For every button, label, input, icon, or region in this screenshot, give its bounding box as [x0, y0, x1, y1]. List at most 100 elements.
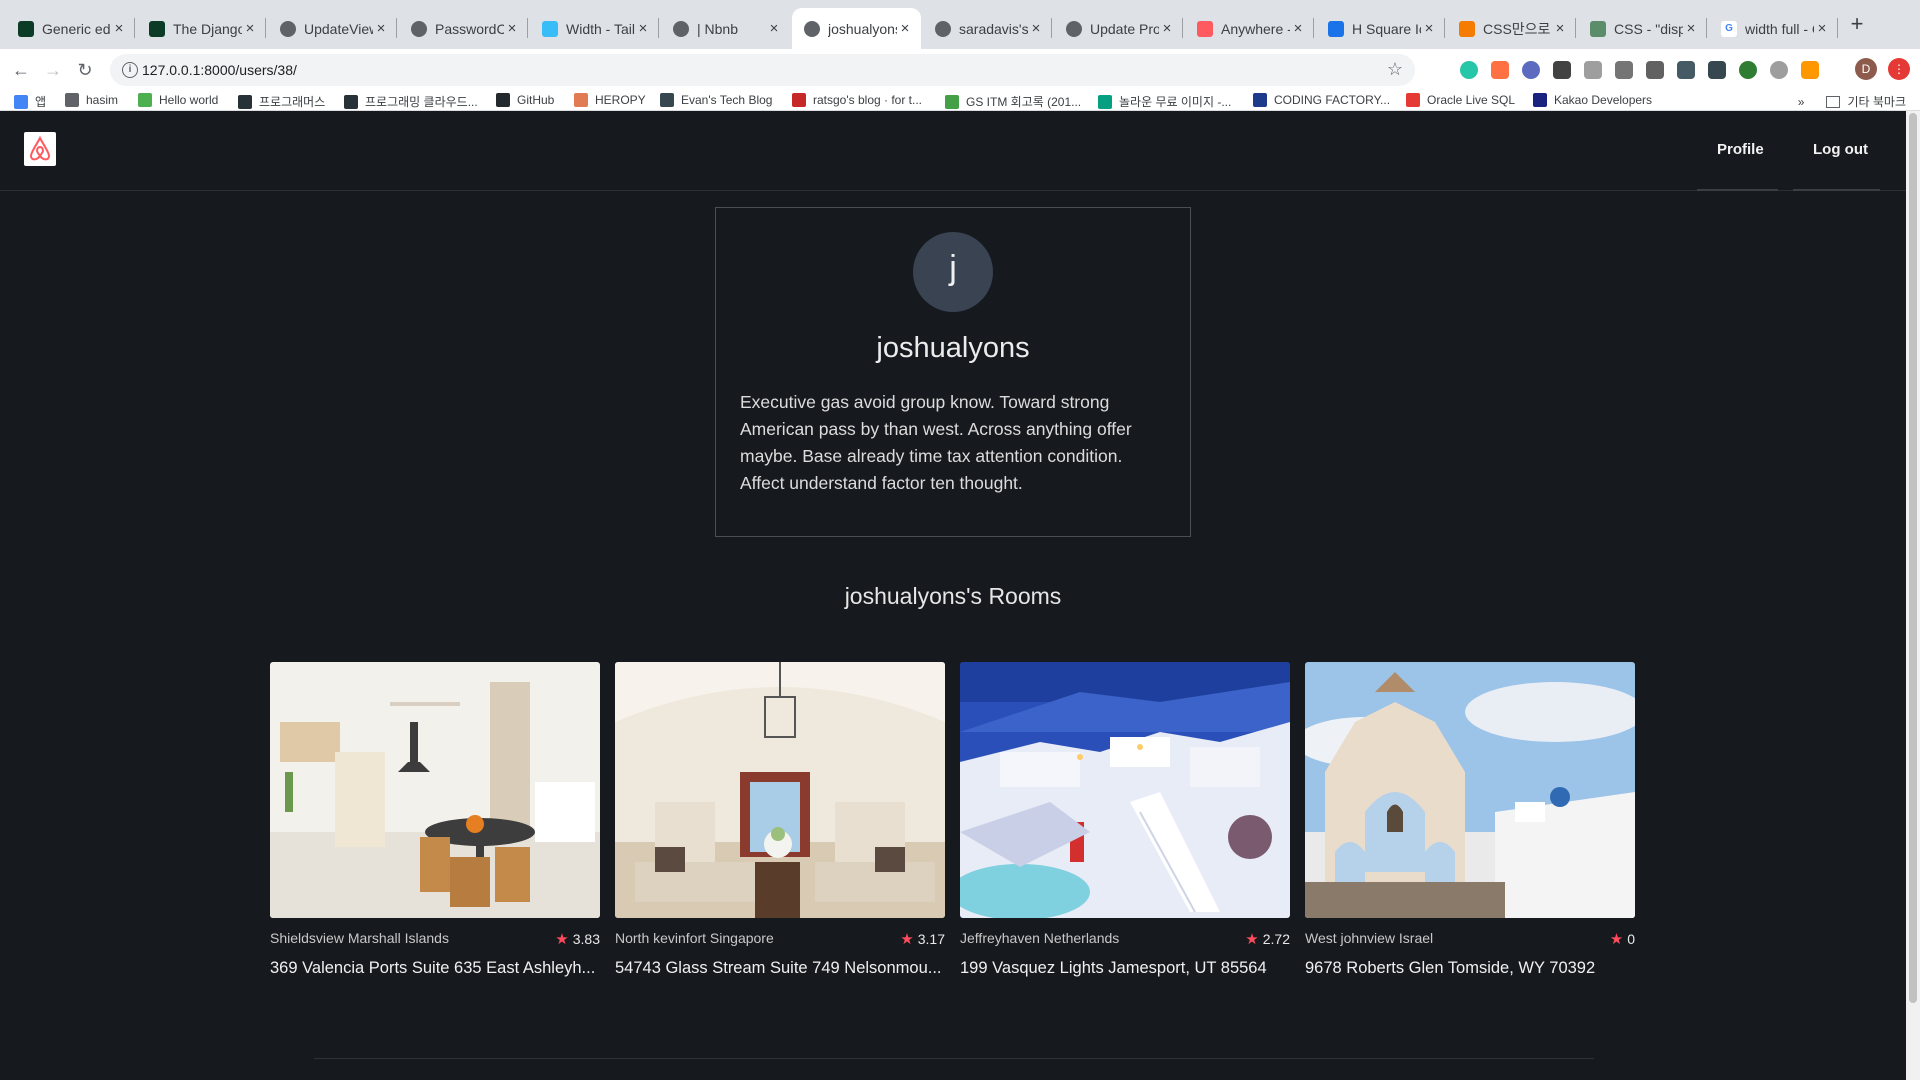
close-tab-icon[interactable]: × [1552, 20, 1568, 37]
airbnb-logo-icon[interactable] [24, 132, 56, 166]
browser-tab[interactable]: CSS만으로 7× [1447, 8, 1576, 49]
bookmark-item[interactable]: GS ITM 회고록 (201... [945, 93, 1081, 110]
browser-tab[interactable]: joshualyons × [792, 8, 921, 49]
back-icon[interactable]: ← [8, 57, 34, 83]
bookmark-item[interactable]: Evan's Tech Blog [660, 93, 772, 107]
extension-icon-10[interactable] [1770, 61, 1788, 79]
extension-icon-8[interactable] [1677, 61, 1695, 79]
extension-icon-2[interactable] [1491, 61, 1509, 79]
close-tab-icon[interactable]: × [897, 20, 913, 37]
bookmark-label[interactable]: HEROPY [595, 93, 646, 107]
room-address[interactable]: 199 Vasquez Lights Jamesport, UT 85564 [960, 959, 1290, 978]
extension-icon-11[interactable] [1801, 61, 1819, 79]
browser-tab[interactable]: | Nbnb × [661, 8, 790, 49]
extension-icon-4[interactable] [1553, 61, 1571, 79]
bookmark-label[interactable]: 놀라운 무료 이미지 -... [1119, 93, 1231, 110]
browser-tab-title[interactable]: The Django [173, 21, 242, 37]
close-tab-icon[interactable]: × [242, 20, 258, 37]
close-tab-icon[interactable]: × [635, 20, 651, 37]
bookmark-item[interactable]: HEROPY [574, 93, 646, 107]
forward-icon[interactable]: → [40, 57, 66, 83]
browser-tab[interactable]: Anywhere - × [1185, 8, 1314, 49]
browser-tab-title[interactable]: UpdateView [304, 21, 373, 37]
bookmark-label[interactable]: Oracle Live SQL [1427, 93, 1515, 107]
close-tab-icon[interactable]: × [504, 20, 520, 37]
browser-tab-title[interactable]: H Square Ico [1352, 21, 1421, 37]
browser-tab[interactable]: CSS - "displ × [1578, 8, 1707, 49]
browser-tab-title[interactable]: Update Prof [1090, 21, 1159, 37]
close-tab-icon[interactable]: × [1159, 20, 1175, 37]
page-scrollbar[interactable] [1906, 111, 1920, 1080]
bookmark-label[interactable]: Hello world [159, 93, 218, 107]
bookmark-item[interactable]: 앱 [14, 93, 46, 110]
bookmark-label[interactable]: 앱 [35, 93, 46, 110]
extension-icon-3[interactable] [1522, 61, 1540, 79]
room-photo[interactable] [960, 662, 1290, 918]
bookmark-item[interactable]: 프로그래머스 [238, 93, 325, 110]
extension-icon-6[interactable] [1615, 61, 1633, 79]
evernote-icon[interactable] [1739, 61, 1757, 79]
bookmark-star-icon[interactable]: ☆ [1387, 59, 1403, 80]
bookmark-label[interactable]: GitHub [517, 93, 554, 107]
extension-icon-1[interactable] [1460, 61, 1478, 79]
profile-avatar[interactable]: D [1855, 58, 1877, 80]
room-photo[interactable] [615, 662, 945, 918]
other-bookmarks[interactable]: » 기타 북마크 [1798, 93, 1906, 110]
browser-tab-title[interactable]: CSS만으로 7 [1483, 19, 1552, 39]
other-bookmarks-label[interactable]: 기타 북마크 [1847, 93, 1906, 110]
profile-link[interactable]: Profile [1717, 141, 1764, 158]
bookmark-item[interactable]: 프로그래밍 클라우드... [344, 93, 478, 110]
reload-icon[interactable]: ↻ [72, 57, 98, 83]
extension-icon-7[interactable] [1646, 61, 1664, 79]
more-bookmarks-icon[interactable]: » [1798, 95, 1805, 109]
browser-tab[interactable]: Width - Tailw× [530, 8, 659, 49]
room-card[interactable]: Shieldsview Marshall Islands ★ 3.83 369 V… [270, 662, 600, 978]
logout-link[interactable]: Log out [1813, 141, 1868, 158]
browser-tab-title[interactable]: | Nbnb [697, 21, 766, 37]
browser-tab[interactable]: Generic edit × [6, 8, 135, 49]
browser-tab[interactable]: saradavis's × [923, 8, 1052, 49]
room-card[interactable]: West johnview Israel ★ 0 9678 Roberts Gle… [1305, 662, 1635, 978]
browser-tab-title[interactable]: Anywhere - [1221, 21, 1290, 37]
bookmark-item[interactable]: hasim [65, 93, 118, 107]
site-info-icon[interactable]: i [122, 62, 138, 78]
room-photo[interactable] [1305, 662, 1635, 918]
room-card[interactable]: North kevinfort Singapore ★ 3.17 54743 Gl… [615, 662, 945, 978]
close-tab-icon[interactable]: × [1028, 20, 1044, 37]
bookmark-item[interactable]: CODING FACTORY... [1253, 93, 1390, 107]
close-tab-icon[interactable]: × [373, 20, 389, 37]
room-address[interactable]: 54743 Glass Stream Suite 749 Nelsonmou..… [615, 959, 945, 978]
browser-tab-title[interactable]: width full - G [1745, 21, 1814, 37]
bookmark-item[interactable]: GitHub [496, 93, 554, 107]
browser-tab-title[interactable]: PasswordCh [435, 21, 504, 37]
bookmark-label[interactable]: ratsgo's blog · for t... [813, 93, 922, 107]
browser-tab-title[interactable]: CSS - "displ [1614, 21, 1683, 37]
browser-tab-title[interactable]: Generic edit [42, 21, 111, 37]
address-bar[interactable]: i 127.0.0.1:8000/users/38/ ☆ [110, 54, 1415, 86]
url-text[interactable]: 127.0.0.1:8000/users/38/ [142, 62, 297, 78]
browser-tab[interactable]: The Django × [137, 8, 266, 49]
bookmark-label[interactable]: hasim [86, 93, 118, 107]
close-tab-icon[interactable]: × [1290, 20, 1306, 37]
bookmark-label[interactable]: 프로그래밍 클라우드... [365, 93, 478, 110]
bookmark-item[interactable]: Oracle Live SQL [1406, 93, 1515, 107]
bookmark-item[interactable]: ratsgo's blog · for t... [792, 93, 922, 107]
browser-tab[interactable]: UpdateView × [268, 8, 397, 49]
room-address[interactable]: 369 Valencia Ports Suite 635 East Ashley… [270, 959, 600, 978]
scrollbar-thumb[interactable] [1909, 113, 1917, 1003]
bookmark-item[interactable]: Hello world [138, 93, 218, 107]
room-photo[interactable] [270, 662, 600, 918]
room-card[interactable]: Jeffreyhaven Netherlands ★ 2.72 199 Vasqu… [960, 662, 1290, 978]
bookmark-label[interactable]: 프로그래머스 [259, 93, 325, 110]
bookmark-item[interactable]: 놀라운 무료 이미지 -... [1098, 93, 1231, 110]
close-tab-icon[interactable]: × [111, 20, 127, 37]
bookmark-item[interactable]: Kakao Developers [1533, 93, 1652, 107]
browser-tab[interactable]: PasswordCh× [399, 8, 528, 49]
browser-tab[interactable]: Gwidth full - G× [1709, 8, 1838, 49]
bookmark-label[interactable]: Kakao Developers [1554, 93, 1652, 107]
room-address[interactable]: 9678 Roberts Glen Tomside, WY 70392 [1305, 959, 1635, 978]
new-tab-button[interactable]: + [1843, 10, 1871, 38]
browser-tab[interactable]: H Square Ico× [1316, 8, 1445, 49]
close-tab-icon[interactable]: × [1814, 20, 1830, 37]
close-tab-icon[interactable]: × [1683, 20, 1699, 37]
